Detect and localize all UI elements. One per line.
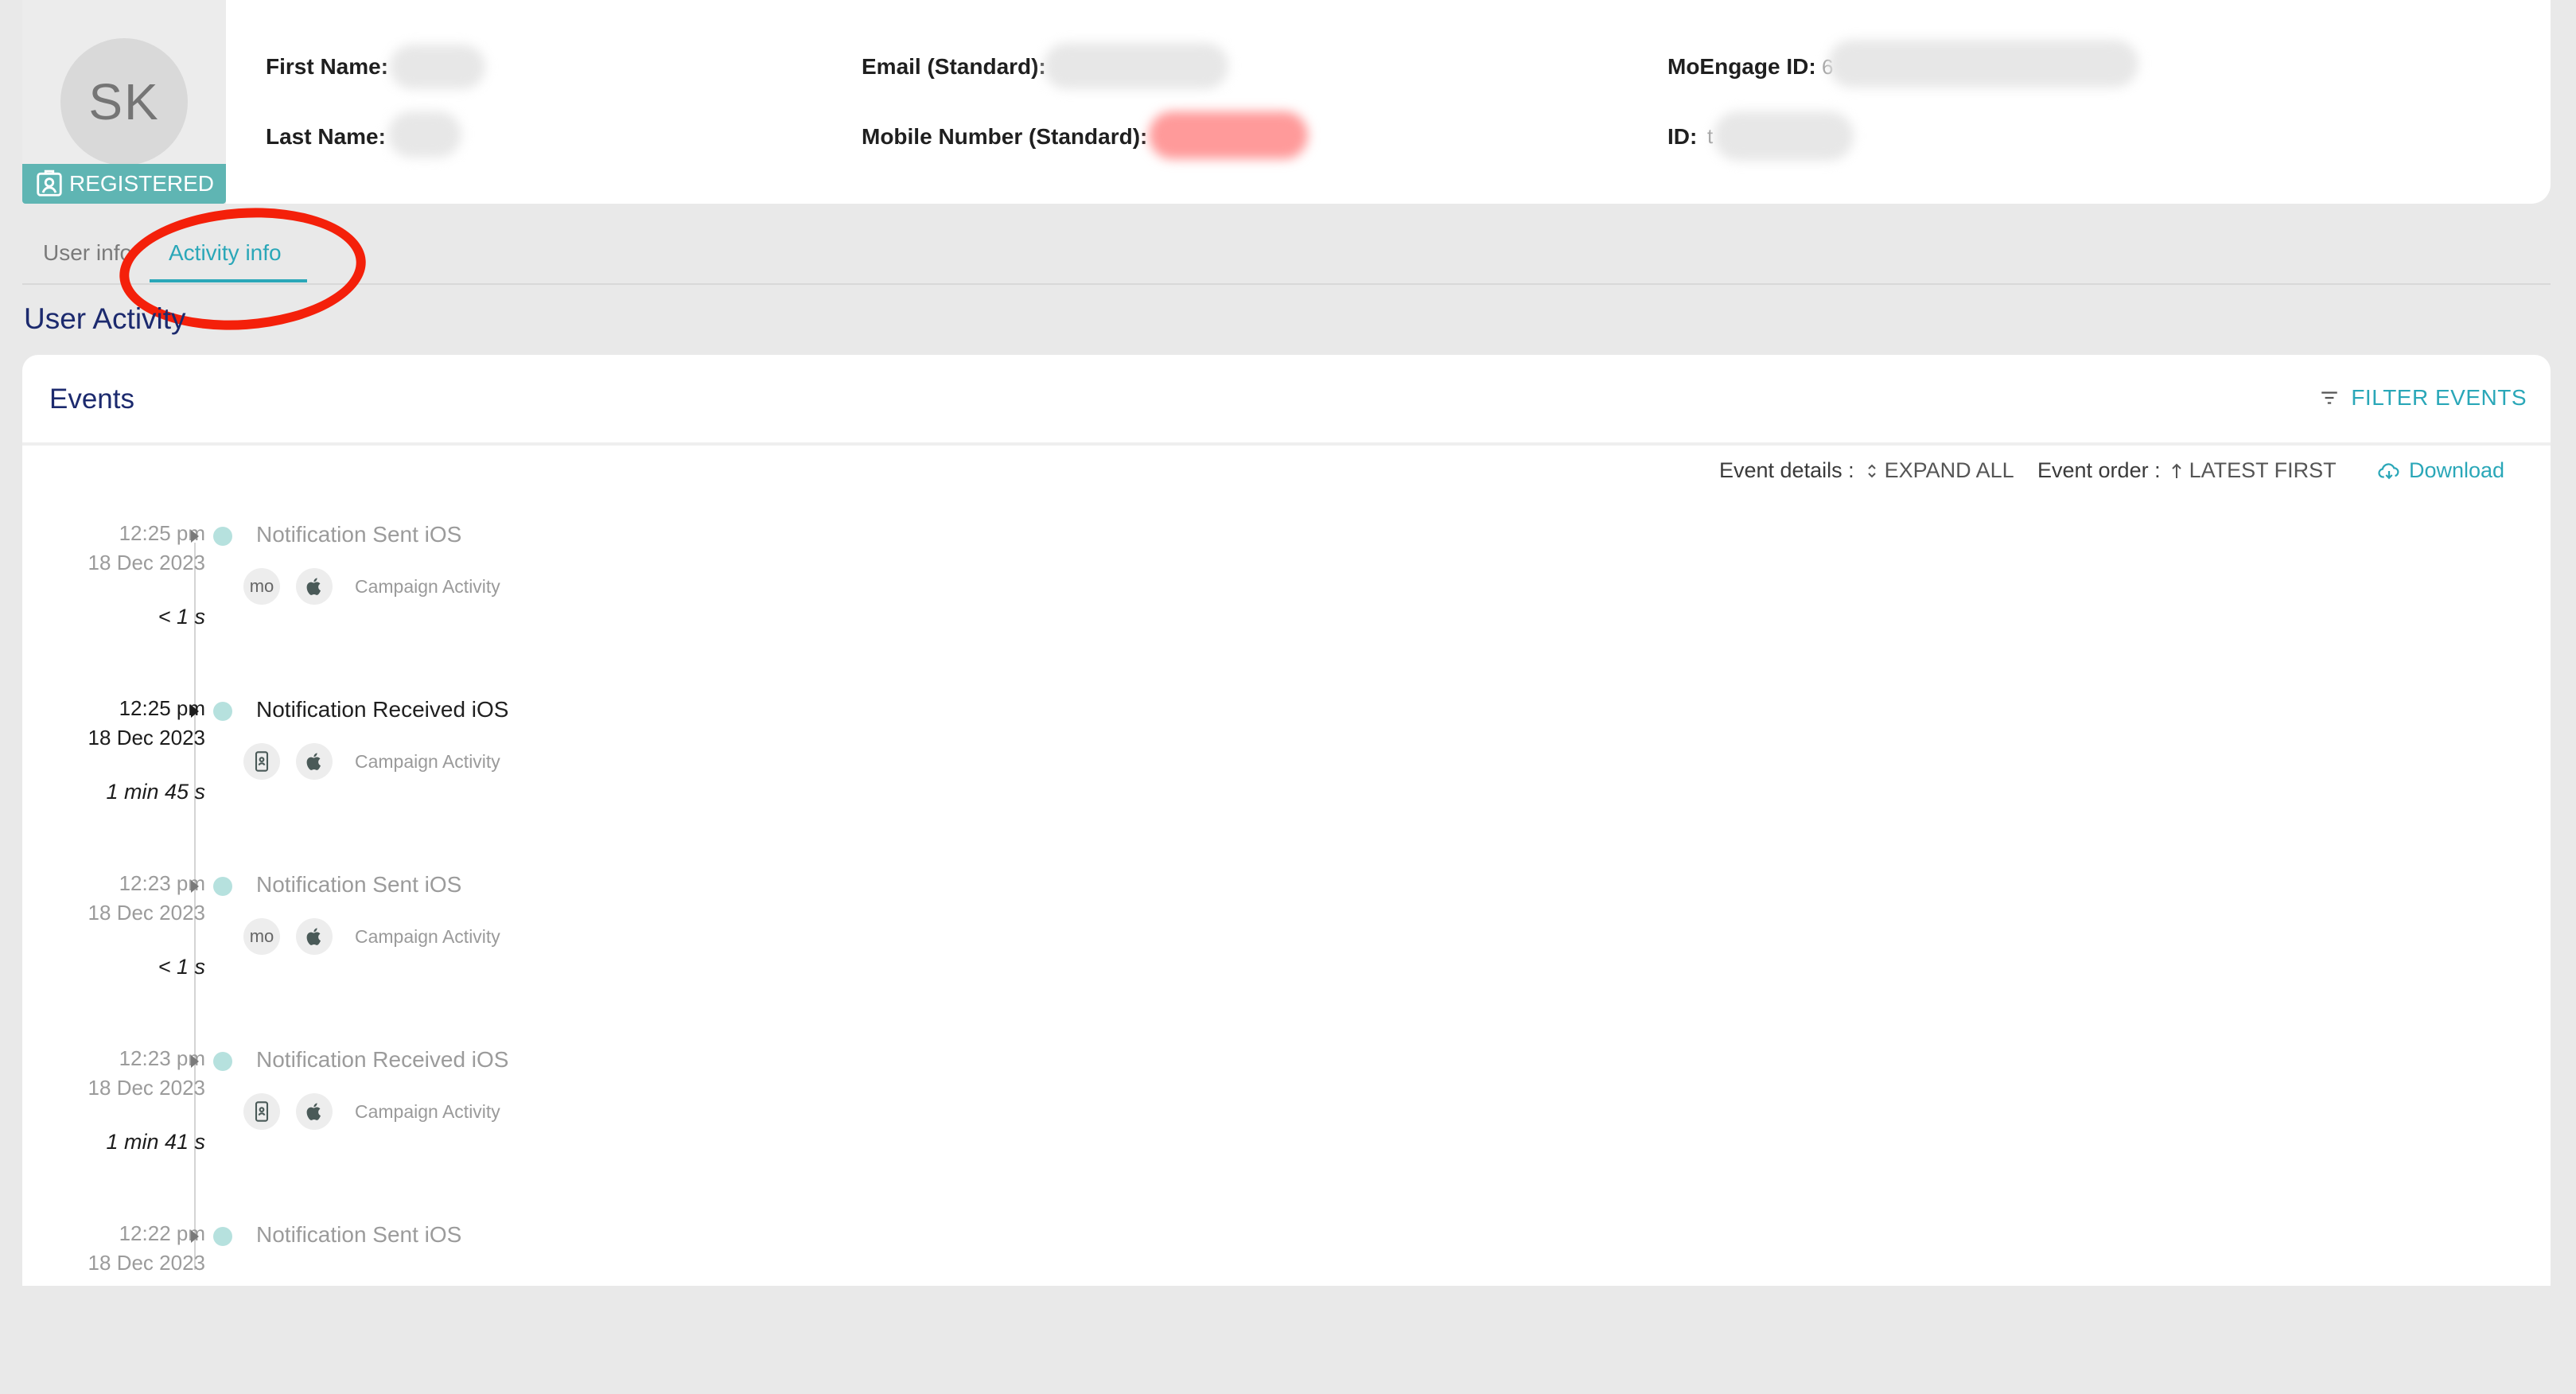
expand-caret-icon[interactable] <box>191 1230 199 1243</box>
event-name: Notification Sent iOS <box>256 872 462 897</box>
email-label: Email (Standard): <box>862 54 1046 79</box>
apple-icon <box>296 568 333 605</box>
mobile-number-value-redacted <box>1149 111 1308 159</box>
expand-all-control[interactable]: Event details : EXPAND ALL <box>1719 458 2014 483</box>
page-title: User Activity <box>24 302 186 335</box>
event-name: Notification Received iOS <box>256 697 509 722</box>
timeline-dot <box>213 527 232 546</box>
event-category: Campaign Activity <box>355 576 500 597</box>
user-id-prefix: t <box>1707 124 1714 148</box>
registered-status-badge: REGISTERED <box>22 164 226 204</box>
arrow-up-icon <box>2171 463 2181 478</box>
event-category: Campaign Activity <box>355 751 500 772</box>
expand-collapse-icon <box>1867 464 1876 477</box>
expand-caret-icon[interactable] <box>191 880 199 893</box>
event-timestamp: 12:22 pm 18 Dec 2023 <box>88 1221 205 1275</box>
registered-status-label: REGISTERED <box>68 171 215 196</box>
event-name: Notification Received iOS <box>256 1047 509 1072</box>
event-category: Campaign Activity <box>355 926 500 947</box>
event-name: Notification Sent iOS <box>256 522 462 547</box>
user-id-label: ID: <box>1667 124 1698 149</box>
last-name-value-redacted <box>388 111 461 158</box>
event-order-label: Event order : <box>2037 458 2161 482</box>
email-value-redacted <box>1044 43 1228 89</box>
event-row[interactable]: 12:22 pm 18 Dec 2023 Notification Sent iO… <box>22 1219 738 1394</box>
tab-user-info[interactable]: User info <box>43 240 132 266</box>
download-button[interactable]: Download <box>2377 458 2504 483</box>
expand-caret-icon[interactable] <box>191 1055 199 1068</box>
filter-icon <box>2321 391 2338 404</box>
filter-events-button[interactable]: FILTER EVENTS <box>2319 385 2527 411</box>
event-row[interactable]: 12:25 pm 18 Dec 2023 1 min 45 s Notificat… <box>22 694 738 869</box>
expand-caret-icon[interactable] <box>191 705 199 718</box>
timeline-dot <box>213 877 232 896</box>
event-details-label: Event details : <box>1719 458 1854 482</box>
moengage-id-value-redacted <box>1828 40 2138 88</box>
timeline-dot <box>213 1227 232 1246</box>
download-label: Download <box>2409 458 2505 482</box>
events-header-divider <box>22 442 2551 446</box>
event-row[interactable]: 12:25 pm 18 Dec 2023 < 1 s Notification S… <box>22 519 738 694</box>
event-duration: 1 min 41 s <box>106 1130 205 1154</box>
apple-icon <box>296 743 333 780</box>
user-id-value-redacted <box>1714 111 1854 161</box>
first-name-value-redacted <box>390 45 485 89</box>
event-row[interactable]: 12:23 pm 18 Dec 2023 < 1 s Notification S… <box>22 869 738 1044</box>
timeline-dot <box>213 1052 232 1071</box>
user-profile-card <box>22 0 2551 204</box>
id-card-icon <box>37 169 62 197</box>
event-duration: < 1 s <box>158 955 205 979</box>
mobile-number-label: Mobile Number (Standard): <box>862 124 1148 149</box>
apple-icon <box>296 1093 333 1130</box>
event-category: Campaign Activity <box>355 1101 500 1122</box>
device-icon <box>243 743 280 780</box>
event-name: Notification Sent iOS <box>256 1222 462 1247</box>
timeline-dot <box>213 702 232 721</box>
device-icon <box>243 1093 280 1130</box>
moengage-id-label: MoEngage ID: <box>1667 54 1816 79</box>
event-duration: 1 min 45 s <box>106 780 205 804</box>
event-timestamp: 12:23 pm 18 Dec 2023 <box>88 1046 205 1100</box>
event-row[interactable]: 12:23 pm 18 Dec 2023 1 min 41 s Notificat… <box>22 1044 738 1219</box>
expand-caret-icon[interactable] <box>191 530 199 543</box>
filter-events-label: FILTER EVENTS <box>2351 385 2527 410</box>
first-name-label: First Name: <box>266 54 389 79</box>
tabs-divider <box>22 283 2551 285</box>
moengage-source-icon: mo <box>243 918 280 955</box>
event-timestamp: 12:23 pm 18 Dec 2023 <box>88 871 205 925</box>
cloud-download-icon <box>2378 462 2399 479</box>
avatar-panel: SK REGISTERED <box>22 0 226 204</box>
last-name-label: Last Name: <box>266 124 386 149</box>
moengage-source-icon: mo <box>243 568 280 605</box>
apple-icon <box>296 918 333 955</box>
event-timestamp: 12:25 pm 18 Dec 2023 <box>88 521 205 574</box>
expand-all-value: EXPAND ALL <box>1884 458 2014 482</box>
event-timestamp: 12:25 pm 18 Dec 2023 <box>88 696 205 750</box>
event-order-control[interactable]: Event order : LATEST FIRST <box>2037 458 2337 483</box>
event-order-value: LATEST FIRST <box>2189 458 2337 482</box>
avatar: SK <box>60 38 188 165</box>
events-title: Events <box>49 384 134 415</box>
event-duration: < 1 s <box>158 605 205 629</box>
